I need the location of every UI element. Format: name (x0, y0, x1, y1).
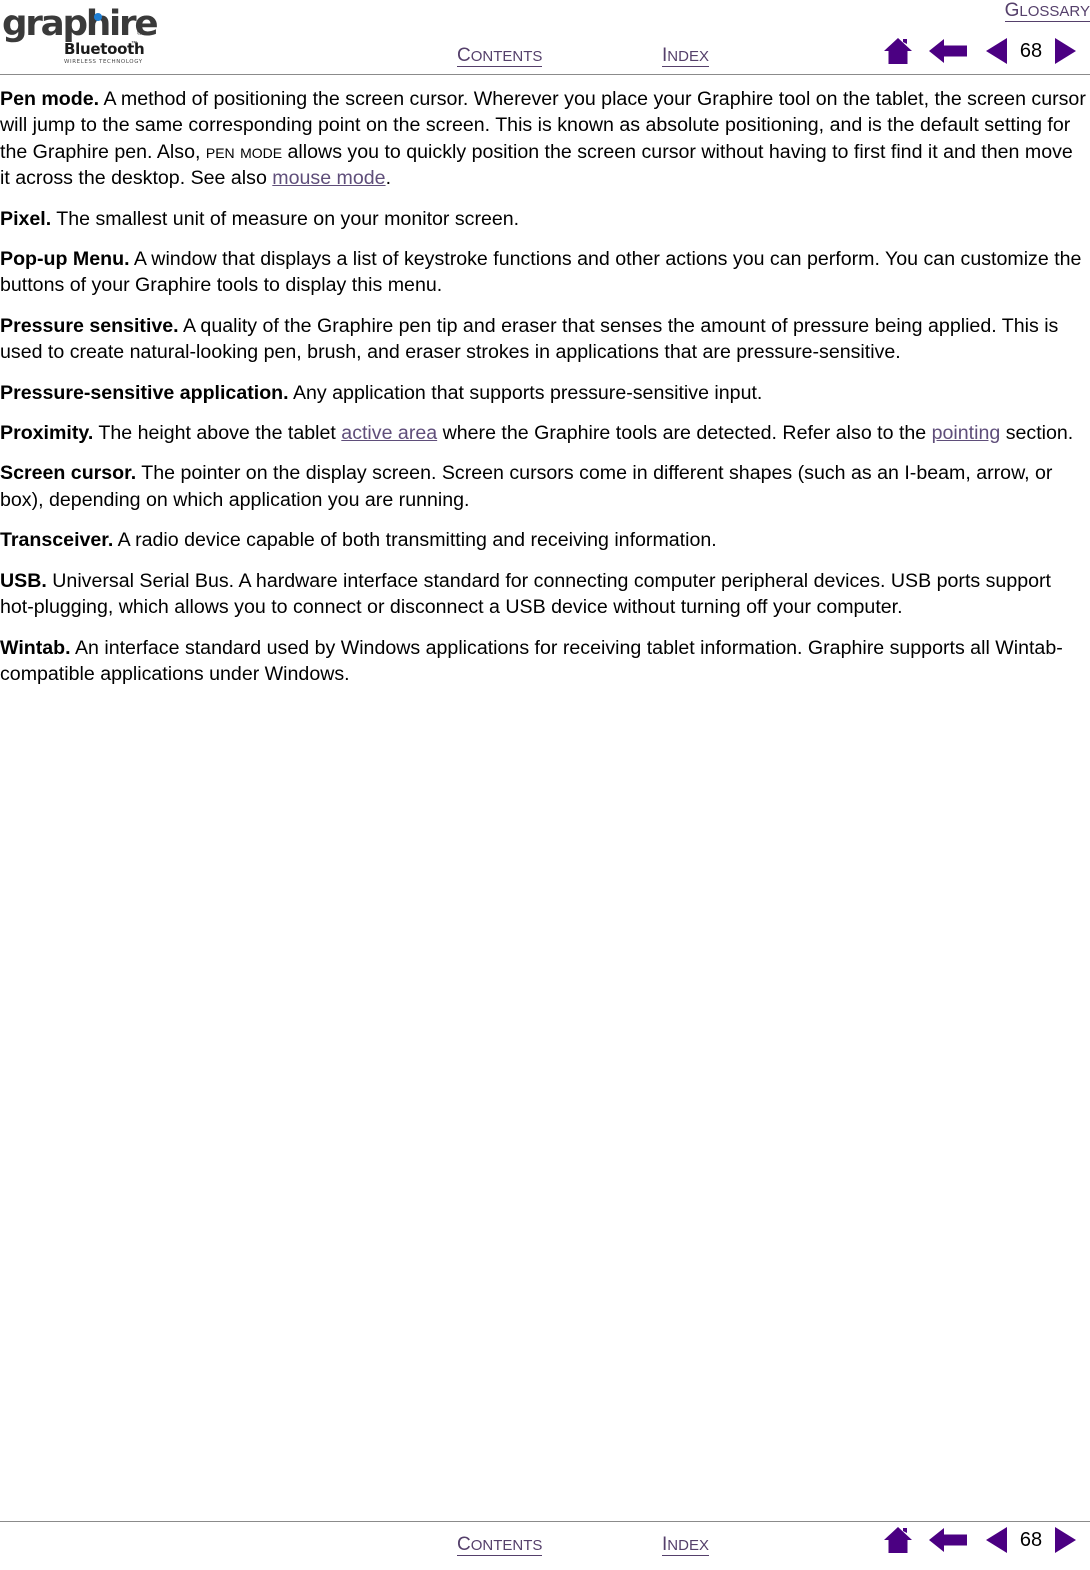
contents-link-rest: ONTENTS (470, 48, 543, 65)
previous-page-icon[interactable] (976, 36, 1016, 66)
index-link-rest: NDEX (667, 48, 709, 65)
glossary-entries: Pen mode. A method of positioning the sc… (0, 86, 1086, 1480)
logo-blue-dot-icon (94, 13, 102, 21)
glossary-definition-text: . (385, 167, 392, 190)
contents-link-footer-rest: ONTENTS (470, 1537, 543, 1554)
glossary-entry: USB. Universal Serial Bus. A hardware in… (0, 568, 1086, 621)
contents-link-cap: C (457, 45, 471, 66)
index-link-footer-rest: NDEX (667, 1537, 709, 1554)
glossary-term: Pop-up Menu. (0, 248, 130, 271)
small-caps-term: Pen Mode (205, 140, 283, 163)
previous-page-icon[interactable] (976, 1525, 1016, 1555)
glossary-definition-text: section. (1000, 422, 1074, 445)
glossary-entry: Pen mode. A method of positioning the sc… (0, 86, 1086, 192)
glossary-entry: Transceiver. A radio device capable of b… (0, 527, 1086, 553)
glossary-term: Pressure-sensitive application. (0, 381, 289, 404)
glossary-term: Pen mode. (0, 88, 100, 110)
home-icon[interactable] (876, 36, 920, 66)
page-header: graphire ® Bluetooth ™ WIRELESS TECHNOLO… (0, 0, 1090, 75)
glossary-term: Pressure sensitive. (0, 314, 179, 337)
page-number-header: 68 (1019, 40, 1043, 62)
glossary-entry: Wintab. An interface standard used by Wi… (0, 635, 1086, 688)
glossary-entry: Screen cursor. The pointer on the displa… (0, 460, 1086, 513)
logo-bluetooth-tm: ™ (131, 41, 137, 47)
glossary-entry: Pop-up Menu. A window that displays a li… (0, 246, 1086, 299)
index-link-header[interactable]: INDEX (662, 46, 709, 67)
header-nav-icons: 68 (876, 34, 1086, 68)
header-divider (0, 74, 1090, 75)
contents-link-footer[interactable]: CONTENTS (457, 1534, 543, 1556)
document-page: graphire ® Bluetooth ™ WIRELESS TECHNOLO… (0, 0, 1090, 1570)
inline-cross-reference-link[interactable]: mouse mode (272, 167, 385, 189)
contents-link-footer-cap: C (457, 1534, 471, 1555)
next-page-icon[interactable] (1046, 36, 1086, 66)
graphire-bluetooth-logo: graphire ® Bluetooth ™ WIRELESS TECHNOLO… (0, 4, 159, 68)
glossary-term: Transceiver. (0, 529, 114, 552)
glossary-definition-text: The height above the tablet (93, 422, 342, 445)
inline-cross-reference-link[interactable]: pointing (932, 422, 1001, 444)
glossary-link-cap: G (1004, 0, 1020, 21)
glossary-definition-text: Universal Serial Bus. A hardware interfa… (0, 569, 1051, 619)
logo-wordmark: graphire (2, 4, 159, 44)
back-arrow-icon[interactable] (920, 1525, 976, 1555)
glossary-definition-text: The smallest unit of measure on your mon… (51, 207, 520, 230)
inline-cross-reference-link[interactable]: active area (341, 422, 437, 444)
footer-nav-icons: 68 (876, 1523, 1086, 1557)
logo-registered-mark: ® (137, 30, 143, 37)
glossary-term: USB. (0, 569, 47, 592)
next-page-icon[interactable] (1046, 1525, 1086, 1555)
contents-link-header[interactable]: CONTENTS (457, 45, 543, 67)
page-number-footer: 68 (1019, 1529, 1043, 1551)
home-icon[interactable] (876, 1525, 920, 1555)
glossary-term: Pixel. (0, 207, 52, 230)
glossary-term: Screen cursor. (0, 462, 137, 485)
glossary-definition-text: Any application that supports pressure-s… (288, 381, 763, 404)
glossary-definition-text: A window that displays a list of keystro… (0, 248, 1082, 297)
index-link-footer[interactable]: INDEX (662, 1535, 709, 1556)
glossary-entry: Proximity. The height above the tablet a… (0, 420, 1086, 446)
footer-divider (0, 1521, 1090, 1522)
glossary-term: Wintab. (0, 636, 71, 659)
glossary-entry: Pressure sensitive. A quality of the Gra… (0, 313, 1086, 366)
glossary-term: Proximity. (0, 422, 94, 445)
glossary-link-rest: LOSSARY (1019, 3, 1090, 20)
glossary-entry: Pressure-sensitive application. Any appl… (0, 380, 1086, 406)
logo-tagline: WIRELESS TECHNOLOGY (64, 59, 143, 65)
glossary-entry: Pixel. The smallest unit of measure on y… (0, 206, 1086, 232)
glossary-definition-text: An interface standard used by Windows ap… (0, 636, 1063, 685)
glossary-definition-text: A radio device capable of both transmitt… (113, 529, 717, 552)
back-arrow-icon[interactable] (920, 36, 976, 66)
glossary-link[interactable]: GLOSSARY (1004, 0, 1090, 22)
glossary-definition-text: The pointer on the display screen. Scree… (0, 462, 1053, 511)
glossary-definition-text: where the Graphire tools are detected. R… (437, 422, 932, 445)
